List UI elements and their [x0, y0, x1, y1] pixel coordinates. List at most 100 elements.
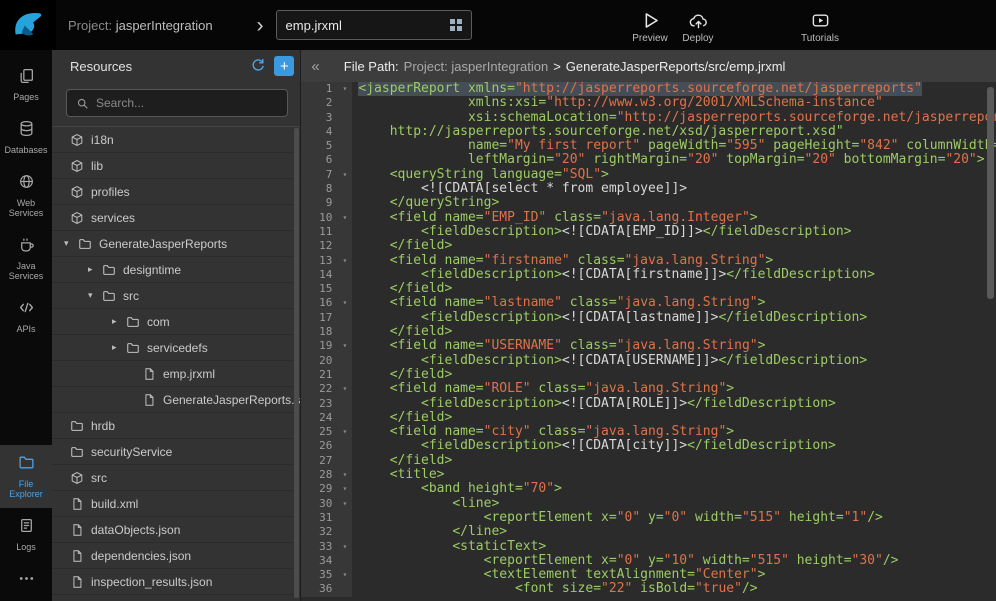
tree-item-lib[interactable]: lib [52, 153, 300, 179]
chevron-right-icon[interactable]: ▸ [112, 342, 126, 353]
chevron-down-icon[interactable]: ▾ [88, 290, 102, 301]
fold-toggle-icon[interactable]: ▾ [337, 382, 352, 396]
code-text[interactable]: <queryString language="SQL"> [352, 168, 996, 182]
code-text[interactable]: <band height="70"> [352, 482, 996, 496]
code-text[interactable]: <font size="22" isBold="true"/> [352, 582, 996, 596]
code-text[interactable]: </field> [352, 239, 996, 253]
tree-item-i18n[interactable]: i18n [52, 127, 300, 153]
sidebar-item-apis[interactable]: APIs [0, 290, 52, 343]
code-text[interactable]: http://jasperreports.sourceforge.net/xsd… [352, 125, 996, 139]
wavemaker-logo[interactable] [0, 0, 56, 50]
grid-icon[interactable] [450, 19, 462, 31]
fold-toggle-icon[interactable]: ▾ [337, 211, 352, 225]
refresh-button[interactable] [250, 58, 266, 74]
code-text[interactable]: <fieldDescription><![CDATA[lastname]]></… [352, 311, 996, 325]
code-text[interactable]: </field> [352, 325, 996, 339]
code-line: 5 name="My first report" pageWidth="595"… [301, 139, 996, 153]
tree-item-dependencies-json[interactable]: dependencies.json [52, 543, 300, 569]
tree-item-build-xml[interactable]: build.xml [52, 491, 300, 517]
code-text[interactable]: <fieldDescription><![CDATA[USERNAME]]></… [352, 354, 996, 368]
tree-item-dataobjects-json[interactable]: dataObjects.json [52, 517, 300, 543]
file-icon [70, 549, 84, 563]
sidebar-item-java-services[interactable]: Java Services [0, 227, 52, 290]
fold-toggle-icon[interactable]: ▾ [337, 497, 352, 511]
editor-scrollbar[interactable] [987, 87, 994, 299]
code-text[interactable]: </queryString> [352, 196, 996, 210]
code-text[interactable]: xsi:schemaLocation="http://jasperreports… [352, 111, 996, 125]
code-text[interactable]: <field name="firstname" class="java.lang… [352, 254, 996, 268]
tree-item-src[interactable]: src [52, 465, 300, 491]
add-resource-button[interactable]: + [274, 56, 294, 76]
code-text[interactable]: <![CDATA[select * from employee]]> [352, 182, 996, 196]
code-text[interactable]: <field name="ROLE" class="java.lang.Stri… [352, 382, 996, 396]
tree-item-generatejasperreports[interactable]: ▾GenerateJasperReports [52, 231, 300, 257]
sidebar-item-databases[interactable]: Databases [0, 111, 52, 164]
code-text[interactable]: </line> [352, 525, 996, 539]
code-editor: 1▾<jasperReport xmlns="http://jasperrepo… [301, 82, 996, 601]
code-text[interactable]: <fieldDescription><![CDATA[firstname]]><… [352, 268, 996, 282]
tree-item-securityservice[interactable]: securityService [52, 439, 300, 465]
code-line: 28▾ <title> [301, 468, 996, 482]
code-text[interactable]: <jasperReport xmlns="http://jasperreport… [352, 82, 996, 96]
code-text[interactable]: xmlns:xsi="http://www.w3.org/2001/XMLSch… [352, 96, 996, 110]
tree-item-servicedefs[interactable]: ▸servicedefs [52, 335, 300, 361]
resources-scrollbar[interactable] [294, 128, 299, 598]
code-text[interactable]: <fieldDescription><![CDATA[city]]></fiel… [352, 439, 996, 453]
line-number: 18 [301, 325, 337, 339]
file-tab[interactable]: emp.jrxml [276, 10, 472, 40]
tutorials-button[interactable]: Tutorials [794, 6, 846, 44]
code-text[interactable]: <textElement textAlignment="Center"> [352, 568, 996, 582]
chevron-down-icon[interactable]: ▾ [64, 238, 78, 249]
sidebar-item-file-explorer[interactable]: File Explorer [0, 445, 52, 508]
code-text[interactable]: <reportElement x="0" y="10" width="515" … [352, 554, 996, 568]
code-text[interactable]: <reportElement x="0" y="0" width="515" h… [352, 511, 996, 525]
code-text[interactable]: <staticText> [352, 540, 996, 554]
sidebar-item-web-services[interactable]: Web Services [0, 164, 52, 227]
code-text[interactable]: <field name="city" class="java.lang.Stri… [352, 425, 996, 439]
code-text[interactable]: </field> [352, 454, 996, 468]
fold-toggle-icon[interactable]: ▾ [337, 425, 352, 439]
tree-item-emp-jrxml[interactable]: emp.jrxml [52, 361, 300, 387]
tree-item-src[interactable]: ▾src [52, 283, 300, 309]
tree-item-generatejasperreports-s[interactable]: GenerateJasperReports.s [52, 387, 300, 413]
code-text[interactable]: <title> [352, 468, 996, 482]
tree-item-inspection-results-json[interactable]: inspection_results.json [52, 569, 300, 595]
collapse-panel-button[interactable]: « [311, 58, 319, 75]
sidebar-item-logs[interactable]: Logs [0, 508, 52, 561]
fold-toggle-icon[interactable]: ▾ [337, 540, 352, 554]
fold-toggle-icon[interactable]: ▾ [337, 339, 352, 353]
fold-toggle-icon[interactable]: ▾ [337, 468, 352, 482]
folder-icon [70, 419, 84, 433]
fold-toggle-icon[interactable]: ▾ [337, 168, 352, 182]
code-text[interactable]: name="My first report" pageWidth="595" p… [352, 139, 996, 153]
fold-gutter [337, 125, 352, 139]
chevron-right-icon[interactable]: ▸ [112, 316, 126, 327]
code-text[interactable]: </field> [352, 282, 996, 296]
code-text[interactable]: leftMargin="20" rightMargin="20" topMarg… [352, 153, 996, 167]
code-text[interactable]: <field name="EMP_ID" class="java.lang.In… [352, 211, 996, 225]
code-line: 3 xsi:schemaLocation="http://jasperrepor… [301, 111, 996, 125]
code-text[interactable]: </field> [352, 368, 996, 382]
code-text[interactable]: <fieldDescription><![CDATA[ROLE]]></fiel… [352, 397, 996, 411]
chevron-right-icon[interactable]: ▸ [88, 264, 102, 275]
code-text[interactable]: <fieldDescription><![CDATA[EMP_ID]]></fi… [352, 225, 996, 239]
fold-toggle-icon[interactable]: ▾ [337, 82, 352, 96]
code-text[interactable]: </field> [352, 411, 996, 425]
code-text[interactable]: <field name="USERNAME" class="java.lang.… [352, 339, 996, 353]
tree-item-com[interactable]: ▸com [52, 309, 300, 335]
code-text[interactable]: <line> [352, 497, 996, 511]
sidebar-item-more[interactable] [0, 561, 52, 601]
fold-toggle-icon[interactable]: ▾ [337, 568, 352, 582]
search-input[interactable] [96, 96, 278, 110]
tree-item-services[interactable]: services [52, 205, 300, 231]
tree-item-designtime[interactable]: ▸designtime [52, 257, 300, 283]
deploy-button[interactable]: Deploy [674, 6, 722, 44]
sidebar-item-pages[interactable]: Pages [0, 58, 52, 111]
code-text[interactable]: <field name="lastname" class="java.lang.… [352, 296, 996, 310]
fold-toggle-icon[interactable]: ▾ [337, 296, 352, 310]
tree-item-hrdb[interactable]: hrdb [52, 413, 300, 439]
tree-item-profiles[interactable]: profiles [52, 179, 300, 205]
fold-toggle-icon[interactable]: ▾ [337, 254, 352, 268]
fold-toggle-icon[interactable]: ▾ [337, 482, 352, 496]
preview-button[interactable]: Preview [626, 6, 674, 44]
